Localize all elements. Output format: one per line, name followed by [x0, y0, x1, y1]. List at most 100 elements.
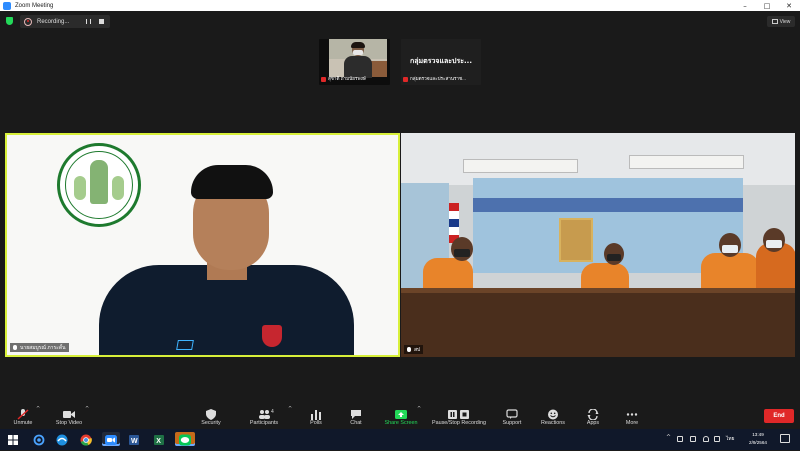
recording-indicator: Recording...	[20, 15, 110, 28]
notifications-icon[interactable]	[780, 434, 790, 443]
audio-options-chevron-icon[interactable]: ^	[36, 407, 41, 412]
participant-thumbnail[interactable]: กลุ่มตรวจและประ... กลุ่มตรวจและประสานราช…	[401, 39, 481, 85]
title-bar: Zoom Meeting – □ ✕	[0, 0, 800, 11]
mic-muted-icon	[17, 405, 29, 420]
apps-button[interactable]: Apps	[580, 399, 606, 429]
security-button[interactable]: Security	[196, 399, 226, 429]
pause-stop-recording-label: Pause/Stop Recording	[432, 420, 486, 426]
svg-text:X: X	[156, 438, 161, 445]
stop-video-label: Stop Video	[55, 420, 83, 426]
share-screen-label: Share Screen	[384, 420, 418, 426]
stop-video-button[interactable]: Stop Video	[52, 399, 86, 429]
windows-taskbar: W X ^ ไทย 13:49 2/9/2564	[0, 429, 800, 450]
share-screen-button[interactable]: Share Screen	[380, 399, 422, 429]
video-camera-icon	[63, 405, 75, 418]
meeting-top-bar: Recording...	[0, 11, 800, 31]
tile-participant-name: นายสมบูรณ์ ภาระดั้น	[20, 344, 66, 351]
share-screen-icon	[395, 405, 407, 419]
tile-name-label: สป	[404, 345, 424, 354]
show-hidden-icons-chevron-icon[interactable]: ^	[666, 434, 672, 441]
reactions-button[interactable]: Reactions	[538, 399, 568, 429]
excel-icon[interactable]: X	[152, 432, 166, 446]
meeting-room-video	[401, 133, 795, 357]
line-app-icon[interactable]	[175, 432, 195, 446]
volume-icon[interactable]	[703, 436, 709, 442]
apps-label: Apps	[586, 420, 600, 426]
stop-recording-icon[interactable]	[99, 19, 104, 24]
windows-start-icon[interactable]	[6, 432, 20, 446]
edge-browser-icon[interactable]	[55, 432, 69, 446]
participants-count: 4	[271, 409, 274, 415]
speaker-video	[7, 135, 398, 355]
tray-app-icon[interactable]	[677, 436, 683, 442]
participants-icon: 4	[258, 405, 274, 419]
video-options-chevron-icon[interactable]: ^	[85, 407, 90, 412]
end-meeting-button[interactable]: End	[764, 409, 794, 423]
recording-icon	[24, 17, 32, 26]
mic-icon	[13, 345, 17, 350]
apps-icon	[587, 405, 599, 421]
video-tile[interactable]: สป	[401, 133, 795, 357]
search-icon[interactable]	[32, 432, 46, 446]
more-label: More	[625, 420, 639, 426]
network-icon[interactable]	[714, 436, 720, 442]
chrome-browser-icon[interactable]	[79, 432, 93, 446]
mic-icon	[407, 347, 411, 352]
participant-name: กลุ่มตรวจและประสานราช...	[410, 76, 466, 81]
polls-button[interactable]: Polls	[302, 399, 330, 429]
polls-label: Polls	[310, 420, 322, 426]
input-language[interactable]: ไทย	[726, 435, 734, 443]
tile-participant-name: สป	[414, 346, 421, 353]
more-button[interactable]: More	[619, 399, 645, 429]
pause-recording-icon[interactable]	[86, 19, 91, 24]
mic-muted-icon	[321, 77, 326, 82]
view-label: View	[779, 18, 791, 25]
participants-options-chevron-icon[interactable]: ^	[288, 407, 293, 412]
clock-date: 2/9/2564	[749, 440, 767, 445]
minimize-button[interactable]: –	[734, 0, 756, 11]
zoom-app-icon	[3, 1, 11, 10]
view-button[interactable]: View	[767, 16, 795, 27]
participant-display-name: กลุ่มตรวจและประ...	[410, 57, 472, 65]
participant-thumbnail[interactable]: สุชาติ ถามนัยรพงษ์	[319, 39, 390, 85]
pause-stop-recording-button[interactable]: Pause/Stop Recording	[428, 399, 490, 429]
participant-name: สุชาติ ถามนัยรพงษ์	[328, 76, 366, 81]
close-button[interactable]: ✕	[778, 0, 800, 11]
participant-video	[329, 39, 387, 78]
security-label: Security	[201, 420, 221, 426]
svg-text:W: W	[131, 438, 138, 445]
recording-label: Recording...	[37, 18, 70, 25]
encryption-shield-icon[interactable]	[6, 17, 13, 25]
chat-button[interactable]: Chat	[342, 399, 370, 429]
thumbnail-name-row: สุชาติ ถามนัยรพงษ์	[319, 76, 366, 83]
pause-stop-recording-icon	[447, 405, 471, 419]
meeting-toolbar: Unmute ^ Stop Video ^ Security 4 Partici…	[0, 399, 800, 429]
support-label: Support	[502, 420, 522, 426]
polls-icon	[310, 405, 322, 420]
tile-name-label: นายสมบูรณ์ ภาระดั้น	[10, 343, 69, 352]
window-title: Zoom Meeting	[15, 2, 54, 9]
participants-label: Participants	[249, 420, 279, 426]
taskbar-clock[interactable]: 13:49 2/9/2564	[740, 431, 776, 447]
shield-icon	[205, 405, 217, 420]
more-dots-icon	[626, 405, 638, 416]
display-icon[interactable]	[690, 436, 696, 442]
unmute-button[interactable]: Unmute	[8, 399, 38, 429]
support-icon	[506, 405, 518, 419]
zoom-taskbar-icon[interactable]	[102, 432, 120, 446]
grid-view-icon	[771, 19, 778, 24]
thumbnail-name-row: กลุ่มตรวจและประสานราช...	[401, 76, 466, 83]
word-icon[interactable]: W	[127, 432, 141, 446]
share-options-chevron-icon[interactable]: ^	[417, 407, 422, 412]
chat-icon	[350, 405, 362, 419]
maximize-button[interactable]: □	[756, 0, 778, 11]
support-button[interactable]: Support	[498, 399, 526, 429]
reactions-label: Reactions	[541, 420, 565, 426]
chat-label: Chat	[350, 420, 362, 426]
mic-muted-icon	[403, 77, 408, 82]
unmute-label: Unmute	[13, 420, 33, 426]
video-tile-active-speaker[interactable]: นายสมบูรณ์ ภาระดั้น	[5, 133, 400, 357]
participants-button[interactable]: 4 Participants	[246, 399, 282, 429]
reactions-smiley-icon	[547, 405, 559, 420]
clock-time: 13:49	[752, 432, 764, 437]
